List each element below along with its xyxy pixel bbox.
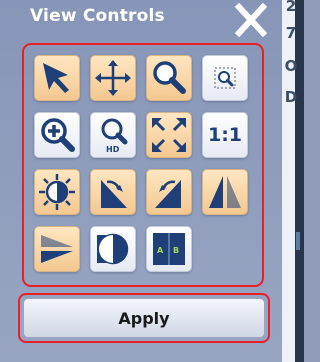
move-arrows-icon bbox=[95, 60, 131, 96]
rotate-left-icon bbox=[155, 180, 181, 208]
compare-tool-button[interactable]: A B bbox=[146, 226, 192, 272]
zoom-in-icon bbox=[41, 118, 75, 152]
brightness-tool-button[interactable] bbox=[34, 169, 80, 215]
arrow-pointer-icon bbox=[43, 63, 69, 93]
background-dark-edge bbox=[295, 0, 304, 362]
hd-label: HD bbox=[106, 145, 120, 154]
background-app-strip: 2 7 O D bbox=[282, 0, 304, 362]
panel-title: View Controls bbox=[30, 6, 165, 26]
rotate-right-tool-button[interactable] bbox=[90, 169, 136, 215]
zoom-region-icon bbox=[214, 67, 236, 89]
flip-horizontal-tool-button[interactable] bbox=[202, 169, 248, 215]
background-letter: O bbox=[284, 57, 298, 75]
zoom-hd-tool-button[interactable]: HD bbox=[90, 112, 136, 158]
compare-ab-icon: A B bbox=[153, 233, 185, 265]
close-icon bbox=[234, 2, 268, 38]
rotate-left-tool-button[interactable] bbox=[146, 169, 192, 215]
background-letter: D bbox=[284, 88, 298, 106]
invert-tool-button[interactable] bbox=[90, 226, 136, 272]
actual-size-label: 1:1 bbox=[207, 124, 243, 146]
pointer-tool-button[interactable] bbox=[34, 55, 80, 101]
pan-tool-button[interactable] bbox=[90, 55, 136, 101]
invert-contrast-icon bbox=[97, 233, 129, 265]
fit-to-window-icon bbox=[152, 118, 186, 152]
zoom-in-tool-button[interactable] bbox=[34, 112, 80, 158]
brightness-icon bbox=[39, 174, 75, 210]
apply-button-highlight: Apply bbox=[18, 293, 270, 343]
flip-horizontal-icon bbox=[209, 176, 241, 208]
view-controls-panel: View Controls HD 1:1 A B Apply bbox=[0, 0, 282, 362]
background-marker bbox=[296, 232, 300, 250]
tools-grid: HD 1:1 A B bbox=[22, 43, 264, 287]
background-letter: 2 bbox=[285, 0, 297, 15]
compare-label-a: A bbox=[157, 246, 164, 255]
rotate-right-icon bbox=[101, 180, 127, 208]
zoom-box-tool-button[interactable] bbox=[202, 55, 248, 101]
background-letter: 7 bbox=[285, 24, 297, 42]
zoom-hd-icon: HD bbox=[101, 118, 128, 154]
magnify-tool-button[interactable] bbox=[146, 55, 192, 101]
close-button[interactable] bbox=[232, 2, 270, 38]
magnifier-icon bbox=[153, 61, 186, 94]
flip-vertical-tool-button[interactable] bbox=[34, 226, 80, 272]
actual-size-tool-button[interactable]: 1:1 bbox=[202, 112, 248, 158]
apply-button[interactable]: Apply bbox=[23, 298, 265, 338]
flip-vertical-icon bbox=[41, 235, 73, 263]
fit-to-window-tool-button[interactable] bbox=[146, 112, 192, 158]
compare-label-b: B bbox=[173, 246, 179, 255]
